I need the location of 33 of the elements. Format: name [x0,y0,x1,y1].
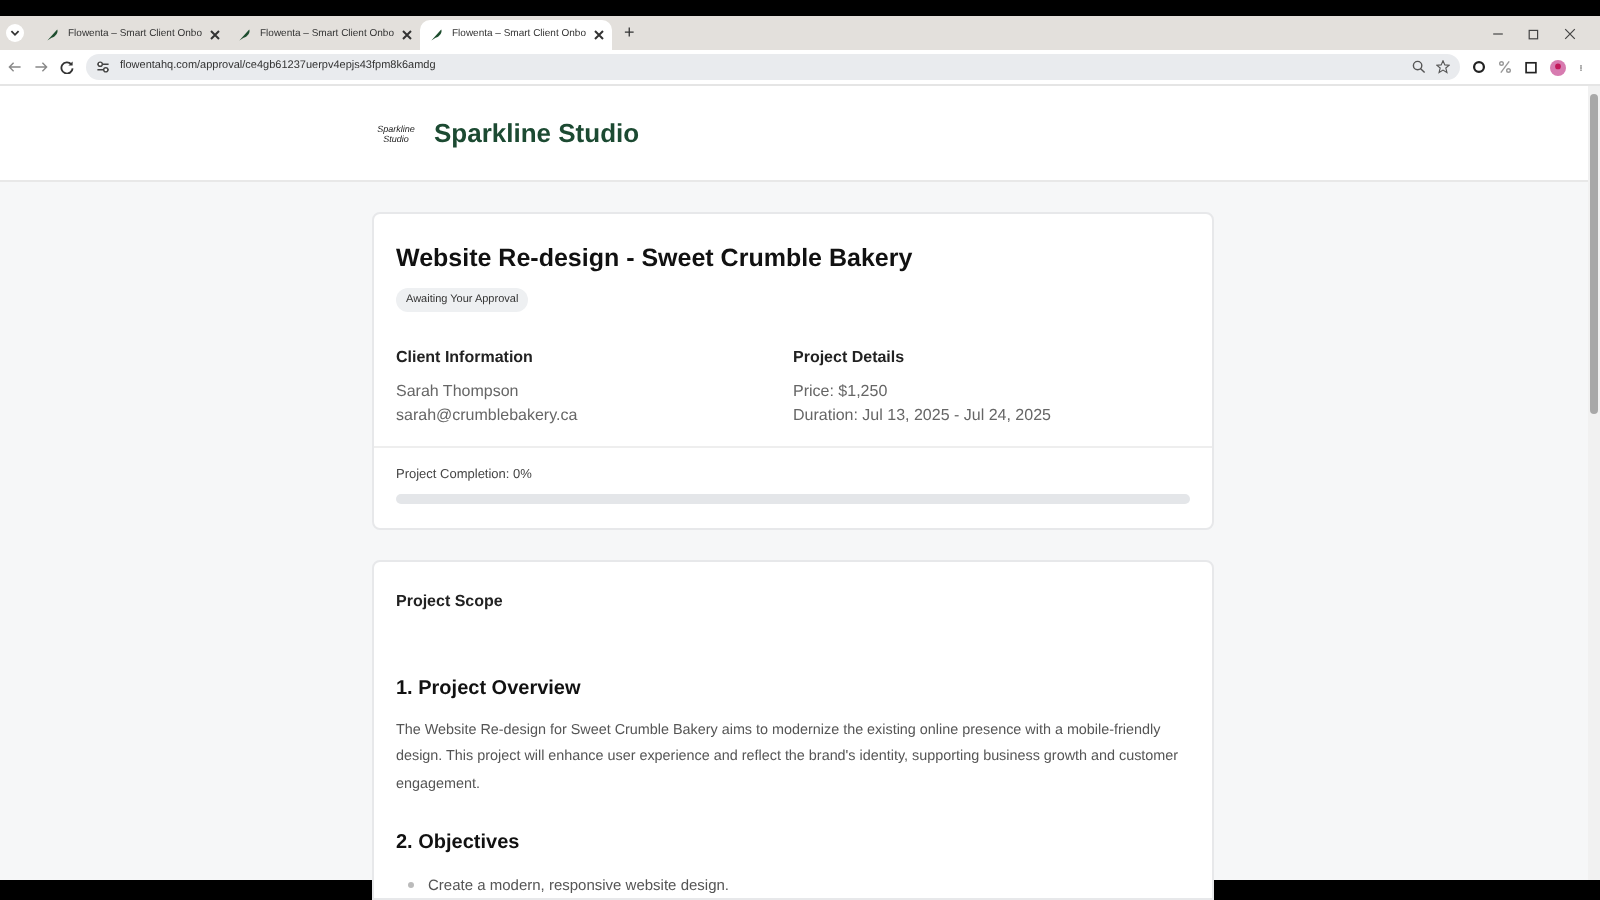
feather-icon[interactable] [238,28,252,42]
client-text: sarah@crumblebakery.ca [396,404,580,428]
scope-heading: Project Scope [396,589,505,614]
brand-name: Sparkline Studio [434,115,640,152]
section-title: 1. Project Overview [396,675,583,704]
discount-icon[interactable] [1498,60,1512,74]
scrollbar-thumb[interactable] [1590,94,1598,414]
profile-avatar-icon[interactable] [1550,59,1566,75]
detail-text: Duration: Jul 13, 2025 - Jul 24, 2025 [793,404,1053,428]
bullet-icon [408,882,414,889]
client-text: Sarah Thompson [396,380,521,404]
feather-icon[interactable] [46,28,60,42]
close-icon[interactable] [1564,27,1576,39]
section-heading: Project Details [793,346,907,370]
project-title: Website Re-design - Sweet Crumble Bakery [396,242,915,276]
close-icon[interactable] [209,30,220,40]
close-icon[interactable] [593,30,604,40]
feather-icon[interactable] [430,28,444,42]
close-icon[interactable] [401,30,412,40]
minimize-icon[interactable] [1492,27,1504,39]
section-heading: Client Information [396,346,535,370]
section-title: 2. Objectives [396,830,522,859]
star-icon[interactable] [1436,60,1450,74]
site-settings-icon[interactable] [96,60,110,74]
back-icon[interactable] [8,60,22,74]
detail-text: Price: $1,250 [793,380,890,404]
reload-icon[interactable] [60,60,74,74]
new-tab-button[interactable]: + [624,24,635,42]
forward-icon[interactable] [34,60,48,74]
scrollbar[interactable] [1588,86,1600,880]
restore-icon[interactable] [1528,27,1540,39]
zoom-icon[interactable] [1412,60,1426,74]
dropdown-icon[interactable] [6,24,24,42]
